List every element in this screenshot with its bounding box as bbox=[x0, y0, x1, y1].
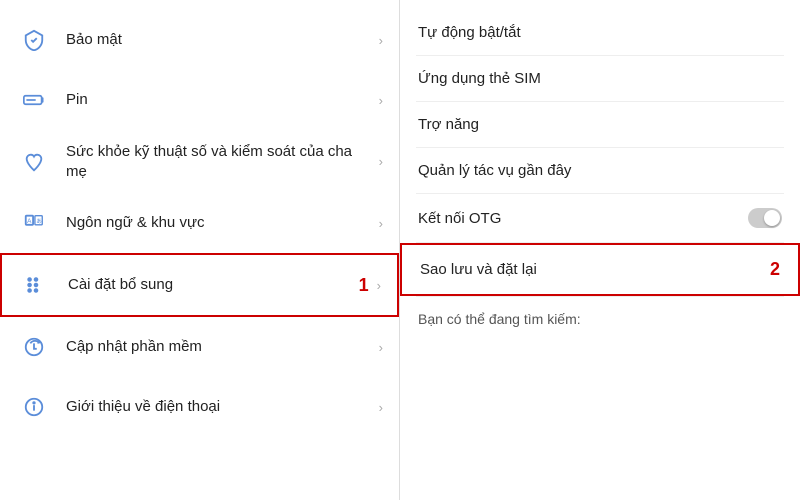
tro-nang-label: Trợ năng bbox=[418, 116, 782, 133]
sidebar-item-cai-dat-label: Cài đặt bổ sung bbox=[68, 275, 349, 295]
update-icon bbox=[16, 329, 52, 365]
sidebar-item-ngon-ngu-label: Ngôn ngữ & khu vực bbox=[66, 213, 371, 233]
badge-2: 2 bbox=[770, 259, 780, 280]
battery-icon bbox=[16, 82, 52, 118]
sidebar-item-pin-label: Pin bbox=[66, 90, 371, 110]
right-item-sao-luu[interactable]: Sao lưu và đặt lại 2 bbox=[400, 243, 800, 296]
sidebar-item-bao-mat[interactable]: Bảo mật › bbox=[0, 10, 399, 70]
otg-toggle[interactable] bbox=[748, 208, 782, 228]
chevron-right-icon: › bbox=[379, 93, 383, 108]
sao-luu-label: Sao lưu và đặt lại bbox=[420, 261, 760, 278]
language-icon: A あ bbox=[16, 205, 52, 241]
sidebar-item-suc-khoe-label: Sức khỏe kỹ thuật số và kiểm soát của ch… bbox=[66, 142, 371, 181]
sidebar-item-ngon-ngu[interactable]: A あ Ngôn ngữ & khu vực › bbox=[0, 193, 399, 253]
search-hint-text: Bạn có thể đang tìm kiếm: bbox=[418, 311, 581, 327]
info-icon bbox=[16, 389, 52, 425]
right-item-ung-dung-sim[interactable]: Ứng dụng thẻ SIM bbox=[400, 56, 800, 101]
chevron-right-icon: › bbox=[379, 154, 383, 169]
sidebar-item-cap-nhat[interactable]: Cập nhật phần mềm › bbox=[0, 317, 399, 377]
quan-ly-label: Quản lý tác vụ gần đây bbox=[418, 162, 782, 179]
chevron-right-icon: › bbox=[379, 216, 383, 231]
svg-text:A: A bbox=[27, 218, 32, 225]
chevron-right-icon: › bbox=[379, 400, 383, 415]
tu-dong-label: Tự động bật/tắt bbox=[418, 24, 782, 41]
sidebar-item-suc-khoe[interactable]: Sức khỏe kỹ thuật số và kiểm soát của ch… bbox=[0, 130, 399, 193]
left-panel: Bảo mật › Pin › Sức khỏe kỹ thuật số và … bbox=[0, 0, 400, 500]
sidebar-item-cai-dat-bo-sung[interactable]: Cài đặt bổ sung 1 › bbox=[0, 253, 399, 317]
sidebar-item-bao-mat-label: Bảo mật bbox=[66, 30, 371, 50]
ung-dung-sim-label: Ứng dụng thẻ SIM bbox=[418, 70, 782, 87]
chevron-right-icon: › bbox=[377, 278, 381, 293]
right-item-quan-ly[interactable]: Quản lý tác vụ gần đây bbox=[400, 148, 800, 193]
svg-text:あ: あ bbox=[36, 218, 42, 225]
badge-1: 1 bbox=[359, 275, 369, 296]
chevron-right-icon: › bbox=[379, 33, 383, 48]
sidebar-item-gioi-thieu[interactable]: Giới thiệu về điện thoại › bbox=[0, 377, 399, 437]
sidebar-item-pin[interactable]: Pin › bbox=[0, 70, 399, 130]
right-item-tro-nang[interactable]: Trợ năng bbox=[400, 102, 800, 147]
health-icon bbox=[16, 144, 52, 180]
sidebar-item-gioi-thieu-label: Giới thiệu về điện thoại bbox=[66, 397, 371, 417]
settings-extra-icon bbox=[18, 267, 54, 303]
ket-noi-otg-label: Kết nối OTG bbox=[418, 210, 748, 227]
search-hint: Bạn có thể đang tìm kiếm: bbox=[400, 297, 800, 341]
sidebar-item-cap-nhat-label: Cập nhật phần mềm bbox=[66, 337, 371, 357]
right-item-tu-dong[interactable]: Tự động bật/tắt bbox=[400, 10, 800, 55]
right-panel: Tự động bật/tắt Ứng dụng thẻ SIM Trợ năn… bbox=[400, 0, 800, 500]
chevron-right-icon: › bbox=[379, 340, 383, 355]
shield-icon bbox=[16, 22, 52, 58]
right-item-ket-noi-otg[interactable]: Kết nối OTG bbox=[400, 194, 800, 242]
